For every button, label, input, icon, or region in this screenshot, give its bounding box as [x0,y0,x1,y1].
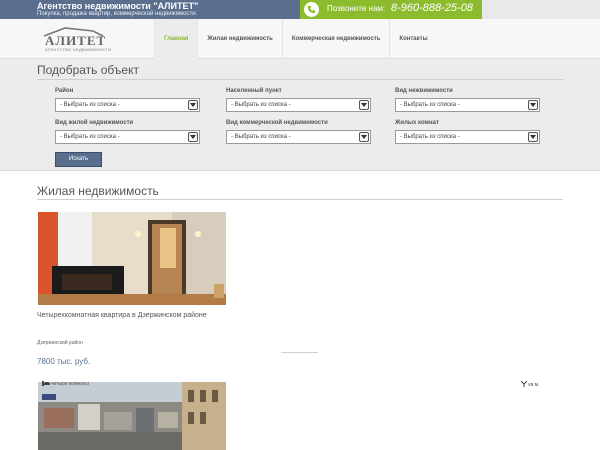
listing-area: кв.м. [520,380,540,389]
listing-area-text: кв.м. [528,382,540,388]
locality-select[interactable]: - Выбрать из списка - [226,98,371,112]
district-label: Район [55,88,74,94]
chevron-down-icon [528,100,538,110]
nav-home[interactable]: Главная [154,19,198,59]
city-view-image [38,382,226,450]
listing-divider [281,352,318,353]
bed-icon [42,381,50,386]
search-title-divider [37,79,563,80]
commercial-type-select[interactable]: - Выбрать из списка - [226,130,371,144]
district-select-value: - Выбрать из списка - [60,102,120,108]
chevron-down-icon [188,100,198,110]
logo-tagline: АГЕНТСТВО НЕДВИЖИМОСТИ [45,47,112,52]
chevron-down-icon [359,100,369,110]
top-bar: Агентство недвижимости "АЛИТЕТ" Покупка,… [0,0,600,19]
listing-price: 7800 тыс. руб. [37,357,91,366]
listing-rooms: четыре комнаты [42,381,89,387]
section-title: Жилая недвижимость [37,184,159,198]
district-select[interactable]: - Выбрать из списка - [55,98,200,112]
listing-photo[interactable] [38,382,226,450]
property-type-select-value: - Выбрать из списка - [400,102,460,108]
chevron-down-icon [359,132,369,142]
agency-banner: Агентство недвижимости "АЛИТЕТ" Покупка,… [0,0,300,19]
agency-subtitle: Покупка, продажа квартир, коммерческой н… [37,11,198,17]
nav-commercial[interactable]: Коммерческая недвижимость [281,19,390,59]
search-title: Подобрать объект [37,63,139,77]
search-button[interactable]: Искать [55,152,102,167]
residential-type-select[interactable]: - Выбрать из списка - [55,130,200,144]
main-nav: Главная Жилая недвижимость Коммерческая … [154,19,437,59]
phone-icon [304,2,319,17]
locality-label: Населенный пункт [226,88,282,94]
residential-type-select-value: - Выбрать из списка - [60,134,120,140]
property-type-select[interactable]: - Выбрать из списка - [395,98,540,112]
commercial-type-label: Вид коммерческой недвижимости [226,120,328,126]
search-panel: Подобрать объект Район - Выбрать из спис… [0,59,600,171]
chevron-down-icon [528,132,538,142]
listing-rooms-text: четыре комнаты [51,381,89,387]
commercial-type-select-value: - Выбрать из списка - [231,134,291,140]
area-icon [520,380,528,389]
listing-title[interactable]: Четырехкомнатная квартира в Дзержинском … [37,312,207,319]
phone-number[interactable]: 8-960-888-25-08 [391,2,473,14]
rooms-select[interactable]: - Выбрать из списка - [395,130,540,144]
rooms-label: Жилых комнат [395,120,439,126]
site-header: АЛИТЕТ АГЕНТСТВО НЕДВИЖИМОСТИ Главная Жи… [0,19,600,59]
agency-title: Агентство недвижимости "АЛИТЕТ" [37,1,199,11]
logo[interactable]: АЛИТЕТ АГЕНТСТВО НЕДВИЖИМОСТИ [43,27,111,53]
call-label: Позвоните нам: [327,4,386,13]
rooms-select-value: - Выбрать из списка - [400,134,460,140]
call-banner[interactable]: Позвоните нам: 8-960-888-25-08 [300,0,482,19]
property-type-label: Вид нежвижимости [395,88,453,94]
locality-select-value: - Выбрать из списка - [231,102,291,108]
section-divider [37,199,563,200]
nav-contacts[interactable]: Контакты [389,19,436,59]
listing-photo[interactable] [38,212,226,305]
interior-image [38,212,226,305]
chevron-down-icon [188,132,198,142]
nav-residential[interactable]: Жилая недвижимость [197,19,281,59]
residential-type-label: Вид жилой недвижимости [55,120,134,126]
listing-district: Дзержинский район [37,340,83,346]
